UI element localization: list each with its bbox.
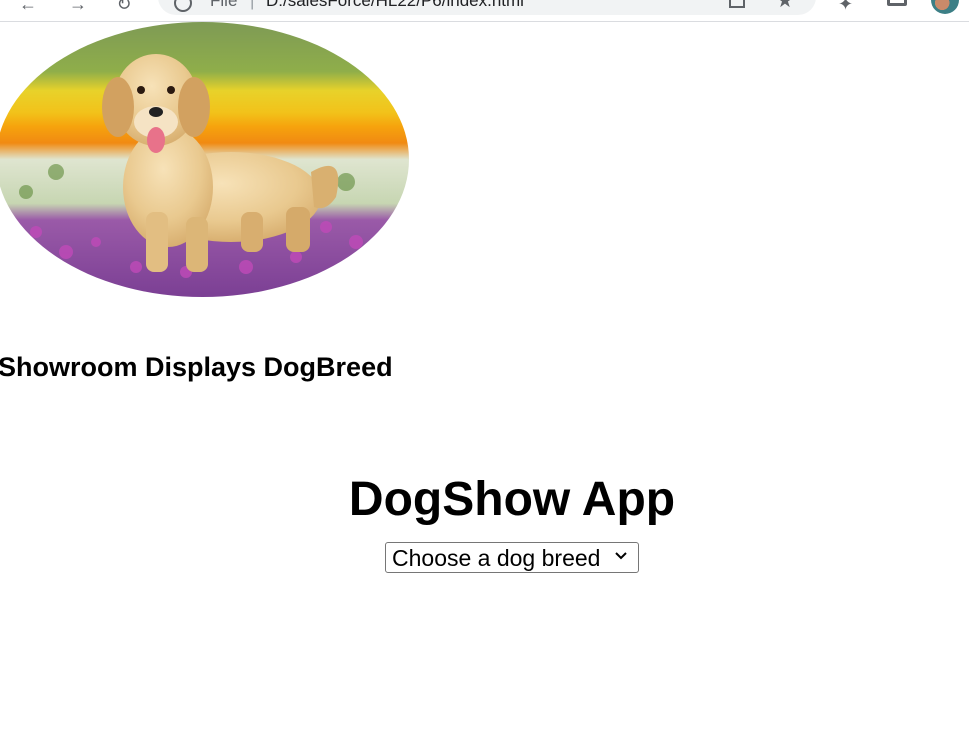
address-bar[interactable]: File | D:/salesForce/HL22/P6/index.html … xyxy=(158,0,816,15)
url-separator: | xyxy=(250,0,255,10)
showroom-heading: Showroom Displays DogBreed xyxy=(0,352,393,382)
dog-breed-select[interactable]: Choose a dog breed xyxy=(385,542,639,573)
extensions-icon[interactable]: ✦ xyxy=(838,0,858,14)
info-icon[interactable] xyxy=(174,0,192,12)
app-title: DogShow App xyxy=(348,473,676,526)
back-arrow-icon[interactable]: ← xyxy=(18,0,38,14)
dog-image xyxy=(0,22,409,297)
url-text[interactable]: D:/salesForce/HL22/P6/index.html xyxy=(266,0,524,11)
star-icon[interactable]: ★ xyxy=(776,0,794,13)
tab-icon[interactable] xyxy=(887,0,907,6)
reload-icon[interactable]: ↻ xyxy=(114,0,134,14)
dog-illustration xyxy=(0,22,409,297)
browser-toolbar: ← → ↻ File | D:/salesForce/HL22/P6/index… xyxy=(0,0,969,22)
share-icon[interactable] xyxy=(729,0,745,8)
url-scheme: File xyxy=(210,0,238,10)
profile-avatar[interactable] xyxy=(931,0,959,14)
forward-arrow-icon[interactable]: → xyxy=(68,0,88,14)
